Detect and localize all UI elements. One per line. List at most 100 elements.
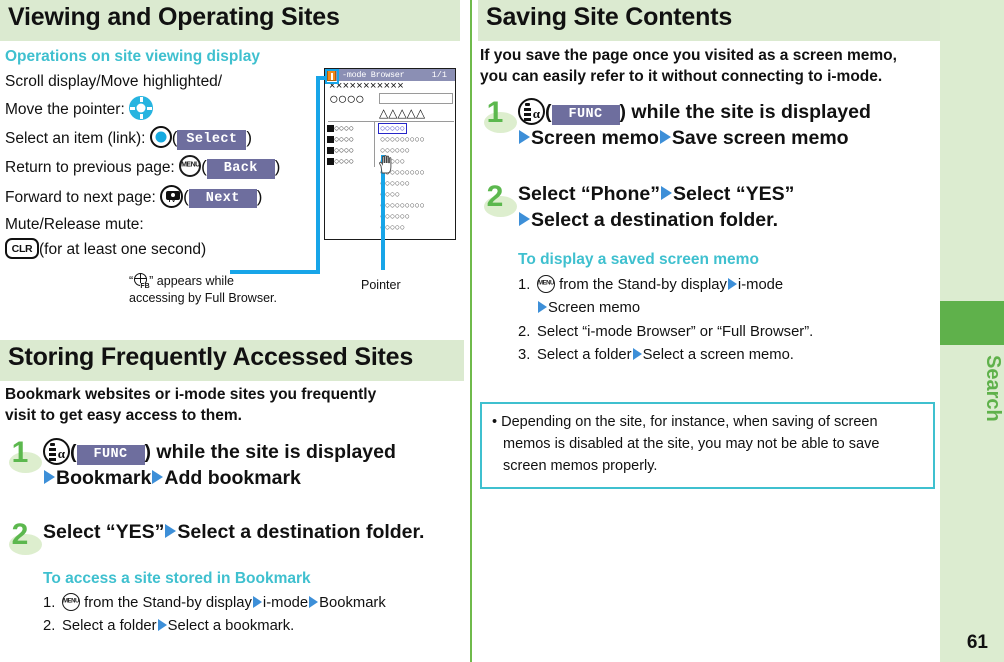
arrow-icon: [519, 129, 530, 144]
phone-content-row: ○○○○○○○○○: [380, 200, 425, 210]
sublist-item: 3. Select a folder Select a screen memo.: [518, 344, 938, 367]
note-box: • Depending on the site, for instance, w…: [480, 402, 935, 490]
section2-title-text: Storing Frequently Accessed Sites: [8, 343, 414, 371]
sidebar-active-tab[interactable]: [940, 301, 1004, 345]
right-column: Saving Site Contents If you save the pag…: [478, 0, 943, 662]
leader-line-segment: [230, 270, 320, 274]
sublist-text: from the Stand-by display: [559, 277, 727, 293]
section-title-text: Viewing and Operating Sites: [8, 3, 340, 31]
step-1-body: α (FUNC) while the site is displayed Boo…: [43, 438, 460, 491]
sublist-text: Select a folder: [537, 347, 632, 364]
sublist-number: 1.: [43, 595, 56, 611]
phone-content-row: ○○○○○○○○○: [380, 134, 425, 144]
arrow-icon: [44, 469, 55, 484]
step-1-storing: 1 α (FUNC) while the site is displayed B…: [5, 436, 460, 491]
operation-label-back: Return to previous page:: [5, 159, 175, 177]
section-header-viewing-sites: Viewing and Operating Sites: [0, 0, 460, 41]
clr-key-label: CLR: [11, 242, 33, 255]
step-2-saving: 2 Select “Phone” Select “YES” Select a de…: [480, 180, 938, 233]
left-column: Viewing and Operating Sites Operations o…: [0, 0, 464, 662]
sublist-imode: i-mode: [737, 277, 784, 293]
sublist-text: Select “i-mode Browser” or “Full Browser…: [537, 323, 814, 340]
menu-key-icon: MENU: [62, 593, 80, 611]
leader-line-segment: [316, 76, 320, 274]
operation-label-mute: Mute/Release mute:: [5, 216, 144, 234]
softkey-func: FUNC: [76, 445, 145, 465]
sublist-item: 2. Select “i-mode Browser” or “Full Brows…: [518, 321, 938, 344]
operation-row-mute-key: CLR (for at least one second): [5, 238, 315, 262]
caption-fb-line2: accessing by Full Browser.: [129, 290, 277, 305]
operation-label-select: Select an item (link):: [5, 130, 146, 148]
step-1-saving: 1 α (FUNC) while the site is displayed S…: [480, 96, 938, 151]
caption-fb-line1: ” appears while: [149, 274, 234, 288]
subheading-display-screen-memo: To display a saved screen memo: [518, 251, 759, 268]
operation-mute-suffix: (for at least one second): [39, 241, 207, 259]
menu-key-icon: MENU: [537, 275, 555, 293]
pointer-hand-cursor: [379, 155, 392, 174]
operation-row-scroll: Scroll display/Move highlighted/: [5, 70, 315, 94]
phone-divider: [328, 121, 454, 122]
phone-screen-illustration: -mode Browser 1/1 ××××××××××× ○○○○ △△△△△…: [324, 68, 456, 240]
sublist-text: Select a bookmark.: [167, 618, 295, 635]
manual-page: Viewing and Operating Sites Operations o…: [0, 0, 1004, 662]
globe-fullbrowser-icon: FB: [133, 272, 151, 290]
phone-thin-box: [379, 93, 453, 104]
phone-menu-item: ○○○○: [327, 135, 354, 144]
step-2-select-folder: Select a destination folder.: [177, 521, 425, 543]
sublist-number: 3.: [518, 347, 531, 364]
note-text: • Depending on the site, for instance, w…: [492, 414, 880, 474]
sublist-number: 1.: [518, 277, 531, 293]
phone-menu-item: ○○○○: [327, 146, 354, 155]
step-1-saving-text: ) while the site is displayed: [619, 101, 871, 123]
caption-pointer: Pointer: [361, 278, 401, 292]
sublist-item: 1. MENU from the Stand-by display i-mode Bo…: [43, 592, 463, 615]
step-number-1: 1: [11, 436, 29, 469]
sublist-text: from the Stand-by display: [84, 595, 252, 611]
right-intro-line2: you can easily refer to it without conne…: [480, 67, 883, 85]
highlight-box-imode-badge: [325, 69, 339, 84]
step-number-2: 2: [486, 180, 504, 213]
operation-label-pointer: Move the pointer:: [5, 101, 125, 119]
sublist-imode: i-mode: [262, 595, 309, 611]
step-1-text: ) while the site is displayed: [144, 441, 396, 463]
phone-row-circles: ○○○○: [329, 91, 365, 108]
arrow-icon: [152, 469, 164, 484]
step-2-select-yes: Select “YES”: [43, 521, 165, 543]
arrow-icon: [659, 129, 671, 144]
step-2-body: Select “YES” Select a destination folder.: [43, 520, 460, 546]
arrow-icon: [309, 596, 319, 608]
softkey-select: Select: [177, 130, 247, 150]
phone-content-row: ○○○○○○: [380, 145, 410, 155]
arrow-icon: [538, 301, 547, 314]
operation-row-pointer: Move the pointer:: [5, 96, 315, 122]
clr-key-icon: CLR: [5, 238, 39, 260]
sidebar-index: Search: [940, 0, 1004, 662]
right-intro-line1: If you save the page once you visited as…: [480, 47, 897, 64]
step-1-screen-memo: Screen memo: [531, 126, 659, 149]
step-1-save-screen-memo: Save screen memo: [671, 126, 849, 149]
arrow-icon: [660, 186, 672, 200]
phone-menu-item: ○○○○: [327, 157, 354, 166]
operation-row-select: Select an item (link): (Select): [5, 125, 315, 151]
step-2-saving-body: Select “Phone” Select “YES” Select a dest…: [518, 182, 938, 233]
step-2-select-folder: Select a destination folder.: [531, 208, 779, 231]
caption-full-browser: “FB” appears while accessing by Full Bro…: [129, 272, 329, 307]
dpad-key-icon: [129, 96, 154, 121]
section2-intro-line2: visit to get easy access to them.: [5, 406, 242, 424]
softkey-next: Next: [188, 188, 257, 209]
step-1-bookmark: Bookmark: [56, 466, 152, 489]
step-number-1: 1: [486, 96, 504, 129]
phone-title-text: -mode Browser: [342, 70, 405, 80]
step-2-select-phone: Select “Phone”: [518, 183, 660, 205]
phone-content-row-highlighted: ○○○○○: [378, 123, 407, 134]
step-2-select-yes: Select “YES”: [672, 183, 795, 205]
step-number-badge: 2: [480, 180, 518, 222]
sublist-access-bookmark: 1. MENU from the Stand-by display i-mode Bo…: [43, 592, 463, 639]
step-number-badge: 1: [5, 436, 43, 478]
step-2-storing: 2 Select “YES” Select a destination folde…: [5, 518, 460, 555]
camera-tv-key-icon: TV: [160, 184, 184, 208]
sublist-screen-memo: Screen memo: [548, 300, 641, 317]
phone-content-area: ××××××××××× ○○○○ △△△△△ ○○○○ ○○○○ ○○○○ ○○…: [325, 81, 455, 239]
step-1-add-bookmark: Add bookmark: [164, 466, 301, 489]
arrow-icon: [727, 278, 737, 290]
